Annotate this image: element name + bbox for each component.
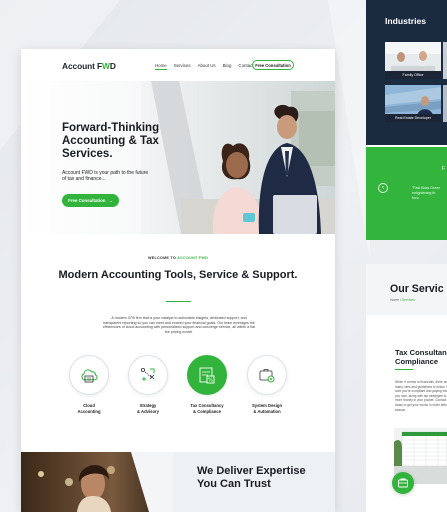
breadcrumb-separator: / [400, 298, 401, 302]
nav-consultation-button[interactable]: Free Consultation [252, 60, 294, 70]
services-panel: Our Servic Home / Services Tax Consultan… [366, 264, 447, 512]
service-circle [69, 355, 109, 395]
expertise-title: We Deliver Expertise You Can Trust [197, 465, 306, 490]
service-heading: Tax Consultan Compliance [395, 348, 447, 366]
service-circle-active: % [187, 355, 227, 395]
service-label: Cloud Accounting [77, 403, 101, 414]
logo-suffix: D [109, 61, 116, 71]
cloud-accounting-icon [81, 369, 98, 383]
nav-links: Home Services About Us Blog Contact [155, 63, 254, 70]
service-label: System Design & Automation [251, 403, 283, 414]
nav-link-about[interactable]: About Us [198, 63, 216, 70]
service-tax-consultancy[interactable]: % Tax Consultancy & Compliance [177, 355, 237, 414]
hero-consultation-button[interactable]: Free Consultation → [62, 194, 119, 207]
breadcrumb: Home / Services [390, 298, 415, 302]
chevron-left-icon[interactable]: ‹ [378, 183, 388, 193]
logo-accent: W [102, 61, 110, 71]
testimonial-title: F [442, 166, 446, 172]
nav-link-services[interactable]: Services [174, 63, 191, 70]
expertise-photo [21, 452, 173, 512]
service-circle [128, 355, 168, 395]
navbar: Account FWD Home Services About Us Blog … [21, 49, 335, 81]
testimonial-text: "Fast Boss Green enlightening th focu [412, 186, 441, 200]
service-divider [395, 369, 413, 370]
section-title: Modern Accounting Tools, Service & Suppo… [58, 269, 298, 281]
svg-text:%: % [208, 378, 213, 384]
section-divider [166, 301, 191, 303]
arrow-right-icon: → [108, 198, 113, 203]
hero-section: Forward-Thinking Accounting & Tax Servic… [21, 81, 335, 234]
industry-card-real-estate[interactable]: Real Estate Developer [385, 85, 441, 122]
service-system-design[interactable]: System Design & Automation [237, 355, 297, 414]
hero-title: Forward-Thinking Accounting & Tax Servic… [62, 122, 160, 160]
service-circle [247, 355, 287, 395]
service-text: When it comes to financials, there are m… [395, 380, 447, 412]
website-mockup-main: Account FWD Home Services About Us Blog … [21, 49, 335, 512]
section-text: A modern CPA firm that is your catalyst … [103, 316, 255, 334]
logo-text: Account F [62, 61, 103, 71]
strategy-icon [141, 368, 155, 381]
service-label: Strategy & Advisory [137, 403, 159, 414]
industries-panel: Industries Family Office Real Estate Dev… [366, 0, 447, 240]
industries-title: Industries [385, 16, 427, 26]
tax-badge-icon [392, 472, 414, 494]
industry-card-label: Family Office [385, 71, 441, 79]
kicker-text: WELCOME TO [147, 256, 177, 260]
hero-button-label: Free Consultation [68, 198, 106, 203]
service-strategy-advisory[interactable]: Strategy & Advisory [118, 355, 178, 414]
industry-card-label: Real Estate Developer [385, 114, 441, 122]
breadcrumb-home[interactable]: Home [390, 298, 399, 302]
system-design-icon [259, 369, 275, 383]
industry-card-family-office[interactable]: Family Office [385, 42, 441, 79]
logo[interactable]: Account FWD [62, 61, 116, 71]
service-cloud-accounting[interactable]: Cloud Accounting [59, 355, 119, 414]
hero-subtitle: Account FWD is your path to the future o… [62, 170, 149, 183]
expertise-section: We Deliver Expertise You Can Trust [21, 452, 335, 512]
nav-link-blog[interactable]: Blog [223, 63, 232, 70]
tax-consultancy-icon: % [199, 367, 215, 384]
services-title: Our Servic [390, 283, 444, 295]
nav-link-home[interactable]: Home [155, 63, 167, 70]
industry-card-next[interactable] [443, 42, 447, 79]
section-kicker: WELCOME TO ACCOUNT FWD [21, 256, 335, 260]
kicker-accent: ACCOUNT FWD [177, 256, 209, 260]
service-label: Tax Consultancy & Compliance [190, 403, 224, 414]
industry-card-next[interactable] [443, 85, 447, 122]
breadcrumb-current: Services [401, 298, 415, 302]
